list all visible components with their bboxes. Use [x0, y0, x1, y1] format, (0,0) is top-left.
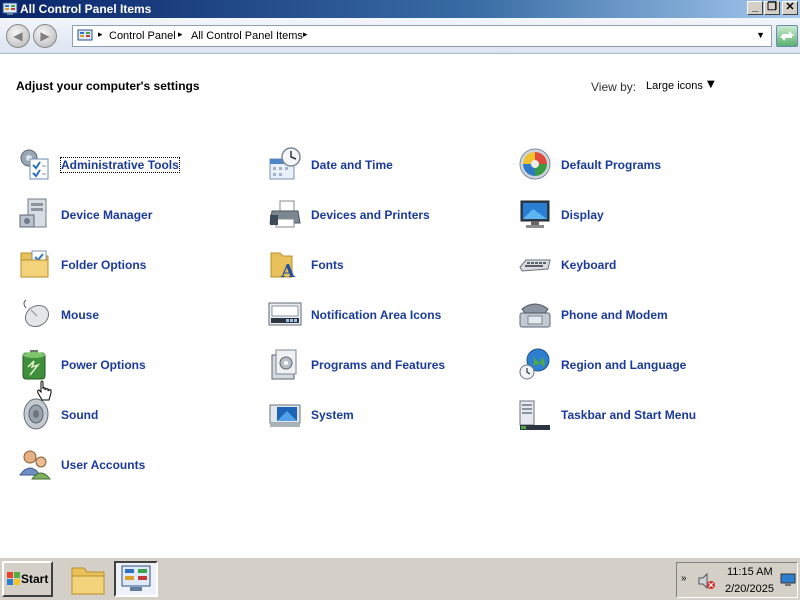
clock-time[interactable]: 11:15 AM [727, 566, 773, 578]
globe-clock-icon [519, 348, 550, 380]
item-label[interactable]: Sound [61, 408, 98, 422]
item-label[interactable]: User Accounts [61, 458, 145, 472]
item-device-manager[interactable]: Device Manager [18, 195, 258, 235]
refresh-icon [779, 31, 795, 41]
system-icon [269, 404, 301, 427]
notification-area-icon [268, 302, 302, 326]
item-user-accounts[interactable]: User Accounts [18, 445, 258, 485]
system-tray: » 11:15 AM 2/20/2025 [676, 562, 798, 598]
breadcrumb-control-panel[interactable]: Control Panel [109, 30, 176, 42]
fonts-folder-icon: A [270, 252, 296, 281]
device-manager-icon [19, 198, 47, 228]
item-label[interactable]: Default Programs [561, 158, 661, 172]
address-bar[interactable]: ▸ Control Panel ▸ All Control Panel Item… [72, 25, 772, 47]
svg-text:A: A [280, 261, 296, 281]
clock-calendar-icon [269, 147, 301, 180]
battery-icon [22, 350, 46, 380]
folder-icon [71, 567, 105, 595]
programs-icon [271, 349, 297, 380]
keyboard-icon [519, 259, 551, 272]
item-label[interactable]: Keyboard [561, 258, 616, 272]
page-heading: Adjust your computer's settings [16, 79, 200, 93]
hand-cursor-icon [37, 380, 52, 401]
breadcrumb-separator-icon[interactable]: ▸ [98, 29, 103, 40]
item-phone-and-modem[interactable]: Phone and Modem [518, 295, 758, 335]
item-label[interactable]: Taskbar and Start Menu [561, 408, 696, 422]
taskbar-explorer-button[interactable] [65, 561, 109, 597]
item-notification-area-icons[interactable]: Notification Area Icons [268, 295, 508, 335]
navigation-bar: ◀ ▶ ▸ Control Panel ▸ All Control Panel … [0, 18, 800, 54]
item-fonts[interactable]: A Fonts [268, 245, 508, 285]
start-label: Start [21, 572, 49, 586]
view-by-dropdown[interactable]: Large icons [646, 80, 703, 92]
clock-date[interactable]: 2/20/2025 [725, 583, 774, 595]
window-title: All Control Panel Items [20, 2, 152, 16]
address-dropdown-icon[interactable]: ▼ [756, 30, 765, 40]
item-keyboard[interactable]: Keyboard [518, 245, 758, 285]
item-label[interactable]: Devices and Printers [311, 208, 430, 222]
breadcrumb-separator-icon[interactable]: ▸ [178, 29, 183, 40]
taskbar: Start » 11:15 AM 2/20/2025 [0, 557, 800, 600]
start-button[interactable]: Start [2, 561, 53, 597]
item-region-and-language[interactable]: Region and Language [518, 345, 758, 385]
breadcrumb-separator-icon[interactable]: ▸ [303, 29, 308, 40]
close-button[interactable]: ✕ [782, 1, 798, 15]
item-administrative-tools[interactable]: Administrative Tools [18, 145, 258, 185]
item-mouse[interactable]: Mouse [18, 295, 258, 335]
mouse-icon [23, 299, 50, 328]
item-taskbar-and-start-menu[interactable]: Taskbar and Start Menu [518, 395, 758, 435]
item-programs-and-features[interactable]: Programs and Features [268, 345, 508, 385]
forward-button[interactable]: ▶ [33, 24, 57, 48]
volume-muted-icon[interactable] [697, 572, 715, 590]
folder-icon [20, 250, 49, 278]
control-panel-icon [2, 2, 18, 15]
admin-tools-icon [20, 149, 49, 180]
item-label[interactable]: Device Manager [61, 208, 152, 222]
printer-icon [269, 200, 301, 228]
item-power-options[interactable]: Power Options [18, 345, 258, 385]
item-system[interactable]: System [268, 395, 508, 435]
item-folder-options[interactable]: Folder Options [18, 245, 258, 285]
users-icon [19, 450, 52, 480]
network-icon[interactable] [780, 573, 796, 587]
restore-button[interactable]: ❐ [764, 1, 780, 15]
item-display[interactable]: Display [518, 195, 758, 235]
control-panel-icon [121, 565, 151, 591]
monitor-icon [520, 200, 550, 228]
item-label[interactable]: Region and Language [561, 358, 686, 372]
default-programs-icon [519, 148, 551, 180]
taskbar-icon [519, 400, 550, 430]
item-devices-and-printers[interactable]: Devices and Printers [268, 195, 508, 235]
item-label[interactable]: Date and Time [311, 158, 393, 172]
item-default-programs[interactable]: Default Programs [518, 145, 758, 185]
phone-icon [519, 303, 551, 328]
windows-logo-icon [7, 572, 20, 585]
item-label[interactable]: Display [561, 208, 604, 222]
item-label[interactable]: Fonts [311, 258, 344, 272]
item-label[interactable]: System [311, 408, 354, 422]
item-date-and-time[interactable]: Date and Time [268, 145, 508, 185]
back-button[interactable]: ◀ [6, 24, 30, 48]
control-panel-icon [77, 29, 93, 41]
item-label[interactable]: Mouse [61, 308, 99, 322]
item-sound[interactable]: Sound [18, 395, 258, 435]
refresh-button[interactable] [776, 25, 798, 47]
view-by-dropdown-icon[interactable]: ▼ [707, 79, 715, 90]
view-by-label: View by: [591, 80, 637, 94]
minimize-button[interactable]: _ [747, 1, 763, 15]
item-label[interactable]: Power Options [61, 358, 146, 372]
item-label[interactable]: Phone and Modem [561, 308, 668, 322]
item-label[interactable]: Programs and Features [311, 358, 445, 372]
item-label[interactable]: Notification Area Icons [311, 308, 441, 322]
item-label[interactable]: Folder Options [61, 258, 146, 272]
breadcrumb-all-items[interactable]: All Control Panel Items [191, 30, 303, 42]
item-label[interactable]: Administrative Tools [60, 157, 180, 173]
title-bar[interactable]: All Control Panel Items _ ❐ ✕ [0, 0, 800, 18]
show-hidden-icons-button[interactable]: » [681, 573, 687, 584]
taskbar-control-panel-button[interactable] [114, 561, 158, 597]
